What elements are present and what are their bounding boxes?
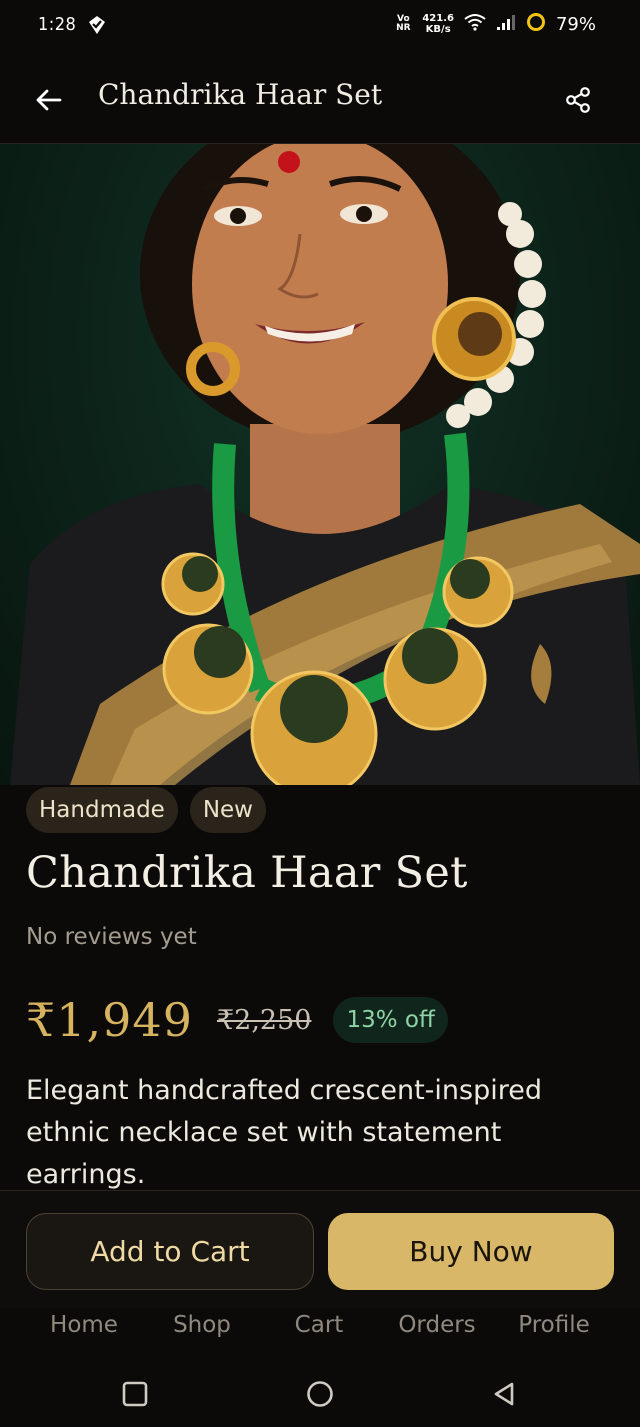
product-title: Chandrika Haar Set <box>26 848 468 898</box>
discount-badge: 13% off <box>333 997 448 1043</box>
signal-icon <box>496 13 516 35</box>
app-bar: Chandrika Haar Set <box>0 54 640 144</box>
badge-new: New <box>189 787 266 833</box>
add-to-cart-button[interactable]: Add to Cart <box>26 1213 314 1290</box>
badge-handmade: Handmade <box>26 787 178 833</box>
product-details: Handmade New Chandrika Haar Set No revie… <box>0 785 640 1190</box>
status-bar: 1:28 Vo NR 421.6 KB/s 79% <box>0 0 640 54</box>
buy-now-button[interactable]: Buy Now <box>328 1213 614 1290</box>
price-row: ₹1,949 ₹2,250 13% off <box>26 993 448 1047</box>
network-speed-value: 421.6 <box>422 13 454 24</box>
battery-saver-icon <box>526 12 546 36</box>
share-button[interactable] <box>560 82 596 118</box>
bottom-navigation: Home Shop Cart Orders Profile <box>0 1308 640 1358</box>
original-price: ₹2,250 <box>216 1004 312 1036</box>
status-time: 1:28 <box>38 14 77 35</box>
system-back-button[interactable] <box>486 1376 522 1412</box>
reviews-link[interactable]: No reviews yet <box>26 924 197 950</box>
notification-icon <box>86 14 108 40</box>
recent-apps-button[interactable] <box>117 1376 153 1412</box>
triangle-back-icon <box>494 1382 514 1406</box>
share-icon <box>566 87 590 113</box>
home-button[interactable] <box>302 1376 338 1412</box>
arrow-left-icon <box>36 89 62 111</box>
back-button[interactable] <box>30 82 66 118</box>
sale-price: ₹1,949 <box>26 993 193 1047</box>
app-bar-title: Chandrika Haar Set <box>98 78 383 111</box>
product-description: Elegant handcrafted crescent-inspired et… <box>26 1075 542 1190</box>
badge-row: Handmade New <box>26 787 266 833</box>
nav-item-cart[interactable]: Cart <box>260 1312 378 1338</box>
nav-item-profile[interactable]: Profile <box>495 1312 613 1338</box>
volte-icon: Vo NR <box>396 14 411 33</box>
nav-item-orders[interactable]: Orders <box>378 1312 496 1338</box>
square-icon <box>122 1381 148 1407</box>
status-icons: Vo NR 421.6 KB/s 79% <box>394 12 596 36</box>
circle-icon <box>307 1381 333 1407</box>
nav-item-shop[interactable]: Shop <box>143 1312 261 1338</box>
product-photo-illustration <box>10 144 640 785</box>
battery-level: 79% <box>555 13 596 35</box>
network-speed: 421.6 KB/s <box>422 13 454 35</box>
purchase-action-bar: Add to Cart Buy Now <box>0 1190 640 1308</box>
nav-item-home[interactable]: Home <box>25 1312 143 1338</box>
system-navigation-bar <box>0 1358 640 1427</box>
network-speed-unit: KB/s <box>425 24 451 35</box>
product-image[interactable] <box>0 144 640 785</box>
wifi-icon <box>464 13 486 35</box>
